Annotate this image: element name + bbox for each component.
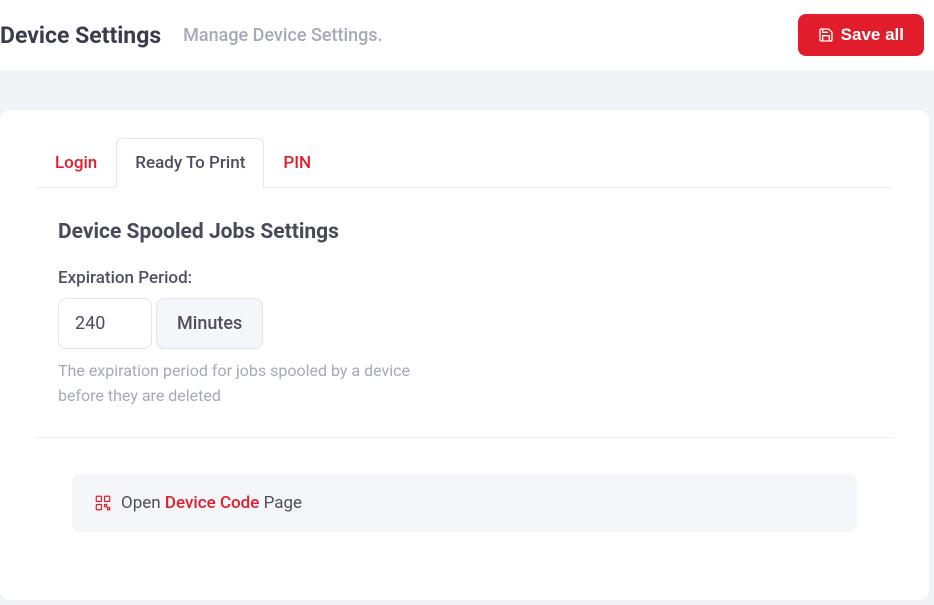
- content-wrapper: Login Ready To Print PIN Device Spooled …: [0, 70, 934, 605]
- link-suffix: Page: [259, 493, 302, 513]
- expiration-label: Expiration Period:: [58, 268, 893, 288]
- page-subtitle: Manage Device Settings.: [183, 25, 382, 46]
- link-prefix: Open: [121, 493, 165, 513]
- expiration-input[interactable]: [58, 298, 152, 349]
- expiration-help-text: The expiration period for jobs spooled b…: [58, 359, 458, 409]
- header-left: Device Settings Manage Device Settings.: [0, 22, 383, 49]
- page-header: Device Settings Manage Device Settings. …: [0, 0, 934, 70]
- expiration-input-row: Minutes: [58, 298, 893, 349]
- settings-card: Login Ready To Print PIN Device Spooled …: [0, 110, 929, 600]
- device-code-link-text: Open Device Code Page: [121, 493, 302, 513]
- expiration-form-group: Expiration Period: Minutes The expiratio…: [36, 268, 893, 438]
- link-highlight: Device Code: [165, 493, 260, 513]
- save-icon: [818, 27, 834, 43]
- page-title: Device Settings: [0, 22, 161, 49]
- save-all-button[interactable]: Save all: [798, 14, 924, 56]
- expiration-unit: Minutes: [156, 298, 263, 349]
- tab-ready-to-print[interactable]: Ready To Print: [116, 138, 264, 188]
- tabs-nav: Login Ready To Print PIN: [36, 138, 893, 188]
- tab-pin[interactable]: PIN: [264, 138, 330, 188]
- tab-login[interactable]: Login: [36, 138, 116, 188]
- device-code-link-card[interactable]: Open Device Code Page: [72, 474, 857, 532]
- section-title: Device Spooled Jobs Settings: [36, 220, 893, 244]
- qr-code-icon: [94, 494, 112, 512]
- save-button-label: Save all: [841, 25, 904, 45]
